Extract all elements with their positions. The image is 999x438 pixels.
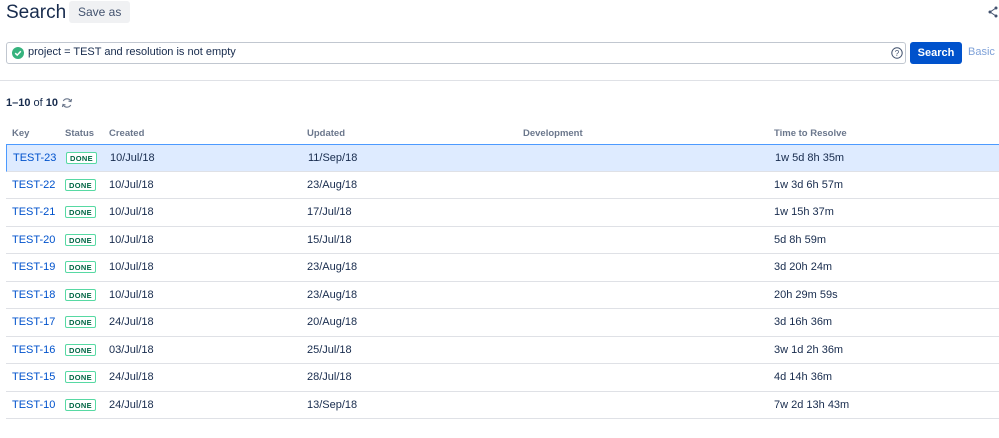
- time-to-resolve: 20h 29m 59s: [774, 288, 838, 301]
- created-date: 10/Jul/18: [109, 233, 154, 246]
- page-title: Search: [6, 2, 67, 23]
- status-badge: DONE: [65, 288, 96, 301]
- time-to-resolve: 7w 2d 13h 43m: [774, 398, 850, 411]
- table-row[interactable]: TEST-10 DONE 24/Jul/18 13/Sep/18 7w 2d 1…: [6, 392, 999, 419]
- status-badge: DONE: [65, 233, 96, 246]
- column-header-updated[interactable]: Updated: [307, 128, 345, 139]
- time-to-resolve: 1w 15h 37m: [774, 206, 834, 218]
- table-row[interactable]: TEST-21 DONE 10/Jul/18 17/Jul/18 1w 15h …: [6, 199, 999, 227]
- table-row[interactable]: TEST-22 DONE 10/Jul/18 23/Aug/18 1w 3d 6…: [6, 172, 999, 199]
- table-header: Key Status Created Updated Development T…: [0, 128, 999, 144]
- time-to-resolve: 4d 14h 36m: [774, 371, 833, 383]
- page-header: Search Save as: [0, 0, 999, 30]
- issue-key-link[interactable]: TEST-23: [13, 152, 56, 164]
- table-row[interactable]: TEST-18 DONE 10/Jul/18 23/Aug/18 20h 29m…: [6, 282, 999, 309]
- status-badge: DONE: [65, 343, 96, 356]
- time-to-resolve: 1w 3d 6h 57m: [774, 178, 844, 191]
- column-header-status[interactable]: Status: [65, 128, 94, 139]
- share-icon[interactable]: [988, 6, 998, 18]
- time-to-resolve: 3w 1d 2h 36m: [774, 343, 844, 356]
- help-icon[interactable]: ?: [891, 47, 903, 59]
- svg-text:?: ?: [895, 49, 900, 58]
- status-badge: DONE: [65, 316, 96, 328]
- table-row[interactable]: TEST-20 DONE 10/Jul/18 15/Jul/18 5d 8h 5…: [6, 227, 999, 254]
- column-header-time-to-resolve[interactable]: Time to Resolve: [774, 128, 847, 139]
- save-as-button[interactable]: Save as: [69, 1, 131, 23]
- time-to-resolve: 3d 20h 24m: [774, 261, 833, 273]
- time-to-resolve: 5d 8h 59m: [774, 233, 826, 246]
- column-header-key[interactable]: Key: [12, 128, 29, 139]
- issue-key-link[interactable]: TEST-15: [12, 371, 55, 383]
- updated-date: 15/Jul/18: [307, 233, 352, 246]
- table-row[interactable]: TEST-17 DONE 24/Jul/18 20/Aug/18 3d 16h …: [6, 309, 999, 337]
- column-header-development[interactable]: Development: [523, 128, 583, 139]
- updated-date: 20/Aug/18: [307, 316, 358, 328]
- issue-key-link[interactable]: TEST-22: [12, 179, 55, 191]
- updated-date: 11/Sep/18: [308, 152, 358, 164]
- column-header-created[interactable]: Created: [109, 128, 144, 139]
- jql-query-input[interactable]: project = TEST and resolution is not emp…: [6, 42, 906, 64]
- updated-date: 28/Jul/18: [307, 371, 352, 383]
- table-row[interactable]: TEST-19 DONE 10/Jul/18 23/Aug/18 3d 20h …: [6, 254, 999, 282]
- results-total: 10: [45, 97, 59, 109]
- updated-date: 23/Aug/18: [307, 178, 358, 191]
- status-badge: DONE: [65, 371, 96, 383]
- issue-key-link[interactable]: TEST-16: [12, 344, 55, 356]
- status-badge: DONE: [65, 178, 96, 191]
- time-to-resolve: 3d 16h 36m: [774, 316, 833, 328]
- divider: [0, 80, 999, 81]
- results-of: of: [33, 97, 43, 109]
- table-row[interactable]: TEST-15 DONE 24/Jul/18 28/Jul/18 4d 14h …: [6, 364, 999, 392]
- time-to-resolve: 1w 5d 8h 35m: [775, 152, 845, 164]
- updated-date: 17/Jul/18: [307, 206, 352, 218]
- issue-key-link[interactable]: TEST-17: [12, 316, 55, 328]
- query-text[interactable]: project = TEST and resolution is not emp…: [28, 46, 236, 58]
- issue-key-link[interactable]: TEST-10: [12, 399, 55, 411]
- created-date: 10/Jul/18: [109, 178, 154, 191]
- status-badge: DONE: [65, 398, 96, 411]
- status-badge: DONE: [65, 206, 96, 218]
- table-row[interactable]: TEST-16 DONE 03/Jul/18 25/Jul/18 3w 1d 2…: [6, 337, 999, 364]
- created-date: 24/Jul/18: [109, 398, 154, 411]
- results-count: 1–10 of 10: [6, 97, 58, 109]
- created-date: 03/Jul/18: [109, 343, 154, 356]
- created-date: 24/Jul/18: [109, 371, 154, 383]
- results-range: 1–10: [6, 97, 31, 109]
- search-button[interactable]: Search: [910, 42, 962, 64]
- status-badge: DONE: [66, 152, 97, 164]
- check-circle-icon: [12, 47, 24, 59]
- table-row[interactable]: TEST-23 DONE 10/Jul/18 11/Sep/18 1w 5d 8…: [6, 144, 999, 172]
- issue-key-link[interactable]: TEST-18: [12, 289, 55, 301]
- status-badge: DONE: [65, 261, 96, 273]
- issue-key-link[interactable]: TEST-21: [12, 206, 55, 218]
- issue-key-link[interactable]: TEST-20: [12, 234, 55, 246]
- created-date: 10/Jul/18: [109, 206, 154, 218]
- updated-date: 23/Aug/18: [307, 288, 358, 301]
- created-date: 24/Jul/18: [109, 316, 154, 328]
- created-date: 10/Jul/18: [109, 261, 154, 273]
- updated-date: 23/Aug/18: [307, 261, 358, 273]
- updated-date: 13/Sep/18: [307, 398, 358, 411]
- updated-date: 25/Jul/18: [307, 343, 352, 356]
- basic-mode-link[interactable]: Basic: [968, 46, 995, 58]
- refresh-icon[interactable]: [61, 97, 73, 109]
- created-date: 10/Jul/18: [109, 288, 154, 301]
- issue-key-link[interactable]: TEST-19: [12, 261, 55, 273]
- created-date: 10/Jul/18: [110, 152, 155, 164]
- issue-table: TEST-23 DONE 10/Jul/18 11/Sep/18 1w 5d 8…: [6, 144, 999, 419]
